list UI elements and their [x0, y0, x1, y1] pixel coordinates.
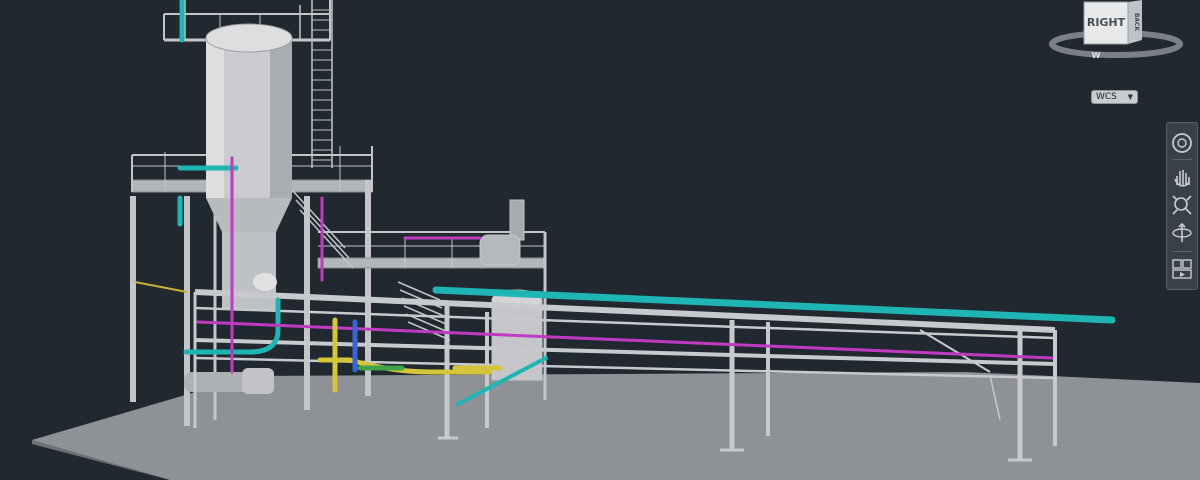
viewcube-compass-label: W — [1092, 51, 1101, 60]
ucs-menu-label: WCS — [1096, 92, 1117, 102]
showmotion-icon[interactable] — [1170, 257, 1194, 281]
viewcube[interactable]: RIGHT BACK W — [1044, 0, 1190, 64]
pan-icon[interactable] — [1170, 165, 1194, 189]
model-viewport[interactable] — [0, 0, 1200, 480]
navigation-bar — [1166, 122, 1198, 290]
viewcube-side-label: BACK — [1133, 13, 1140, 32]
orbit-icon[interactable] — [1170, 221, 1194, 245]
full-navigation-wheel-icon[interactable] — [1170, 131, 1194, 155]
ucs-menu-button[interactable]: WCS ▼ — [1091, 90, 1138, 104]
zoom-extents-icon[interactable] — [1170, 193, 1194, 217]
viewcube-face-label: RIGHT — [1087, 16, 1126, 29]
chevron-down-icon: ▼ — [1127, 93, 1133, 101]
